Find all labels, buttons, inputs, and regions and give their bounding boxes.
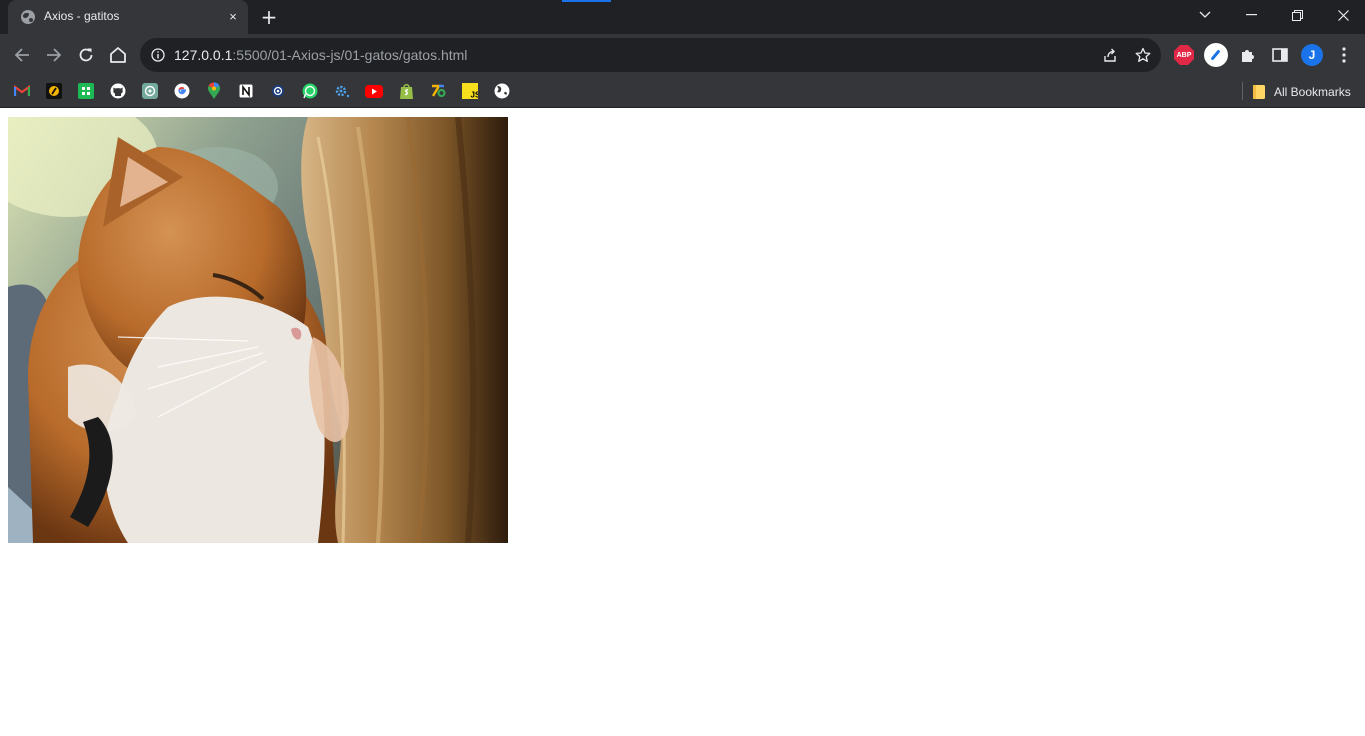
tab-axios-gatitos[interactable]: Axios - gatitos × <box>8 0 248 34</box>
side-panel-icon <box>1272 48 1288 62</box>
puzzle-icon <box>1242 50 1254 62</box>
all-bookmarks-label: All Bookmarks <box>1274 85 1351 99</box>
tab-search-button[interactable] <box>1182 0 1228 30</box>
bookmarks-bar: JS All Bookmarks <box>0 76 1365 108</box>
whatsapp-icon[interactable] <box>301 82 319 100</box>
bookmark-3-icon[interactable] <box>77 82 95 100</box>
bookmark-star-button[interactable] <box>1133 45 1153 65</box>
share-icon <box>1104 48 1116 62</box>
chevron-down-icon <box>1199 11 1211 18</box>
home-button[interactable] <box>104 41 132 69</box>
js-icon[interactable]: JS <box>461 82 479 100</box>
site-info-button[interactable] <box>149 46 167 64</box>
profile-avatar[interactable]: J <box>1301 44 1323 66</box>
url-path: :5500/01-Axios-js/01-gatos/gatos.html <box>232 47 468 63</box>
chrome-menu-button[interactable] <box>1332 43 1356 67</box>
chatgpt-icon[interactable] <box>141 82 159 100</box>
restore-icon <box>1291 9 1303 21</box>
reload-icon <box>79 48 93 62</box>
share-button[interactable] <box>1100 45 1120 65</box>
back-button[interactable] <box>8 41 36 69</box>
bookmarks-separator <box>1242 82 1243 100</box>
extensions-button[interactable] <box>1236 43 1260 67</box>
title-bar: Axios - gatitos × + <box>0 0 1365 34</box>
maps-icon[interactable] <box>205 82 223 100</box>
gmail-icon[interactable] <box>13 82 31 100</box>
extension-pen-icon[interactable] <box>1204 43 1228 67</box>
home-icon <box>110 47 126 63</box>
minimize-button[interactable] <box>1228 0 1274 30</box>
address-bar[interactable]: 127.0.0.1:5500/01-Axios-js/01-gatos/gato… <box>140 38 1161 72</box>
adblock-plus-icon[interactable]: ABP <box>1174 45 1194 65</box>
bookmark-11-icon[interactable] <box>333 82 351 100</box>
arrow-left-icon <box>14 48 29 62</box>
minimize-icon <box>1245 14 1257 16</box>
info-icon <box>151 48 165 62</box>
youtube-icon[interactable] <box>365 82 383 100</box>
world-icon[interactable] <box>493 82 511 100</box>
browser-toolbar: 127.0.0.1:5500/01-Axios-js/01-gatos/gato… <box>0 34 1365 76</box>
bookmark-14-icon[interactable] <box>429 82 447 100</box>
folder-icon <box>1253 85 1265 99</box>
url-text[interactable]: 127.0.0.1:5500/01-Axios-js/01-gatos/gato… <box>174 47 467 63</box>
cat-image <box>8 117 508 543</box>
bookmark-2-icon[interactable] <box>45 82 63 100</box>
star-icon <box>1135 47 1151 62</box>
all-bookmarks-button[interactable]: All Bookmarks <box>1252 80 1351 104</box>
google-icon[interactable] <box>173 82 191 100</box>
restore-button[interactable] <box>1274 0 1320 30</box>
close-icon <box>1337 9 1349 21</box>
page-content <box>0 109 1365 736</box>
side-panel-button[interactable] <box>1268 43 1292 67</box>
tab-indicator <box>562 0 611 2</box>
arrow-right-icon <box>47 48 62 62</box>
globe-icon <box>21 10 35 24</box>
tab-close-button[interactable]: × <box>224 8 242 26</box>
close-window-button[interactable] <box>1320 0 1365 30</box>
tab-title: Axios - gatitos <box>44 9 120 23</box>
more-vert-icon <box>1342 47 1346 63</box>
new-tab-button[interactable]: + <box>258 6 280 28</box>
forward-button[interactable] <box>40 41 68 69</box>
reload-button[interactable] <box>72 41 100 69</box>
notion-icon[interactable] <box>237 82 255 100</box>
bookmark-9-icon[interactable] <box>269 82 287 100</box>
url-host: 127.0.0.1 <box>174 47 233 63</box>
shopify-icon[interactable] <box>397 82 415 100</box>
github-icon[interactable] <box>109 82 127 100</box>
svg-text:JS: JS <box>471 91 479 100</box>
